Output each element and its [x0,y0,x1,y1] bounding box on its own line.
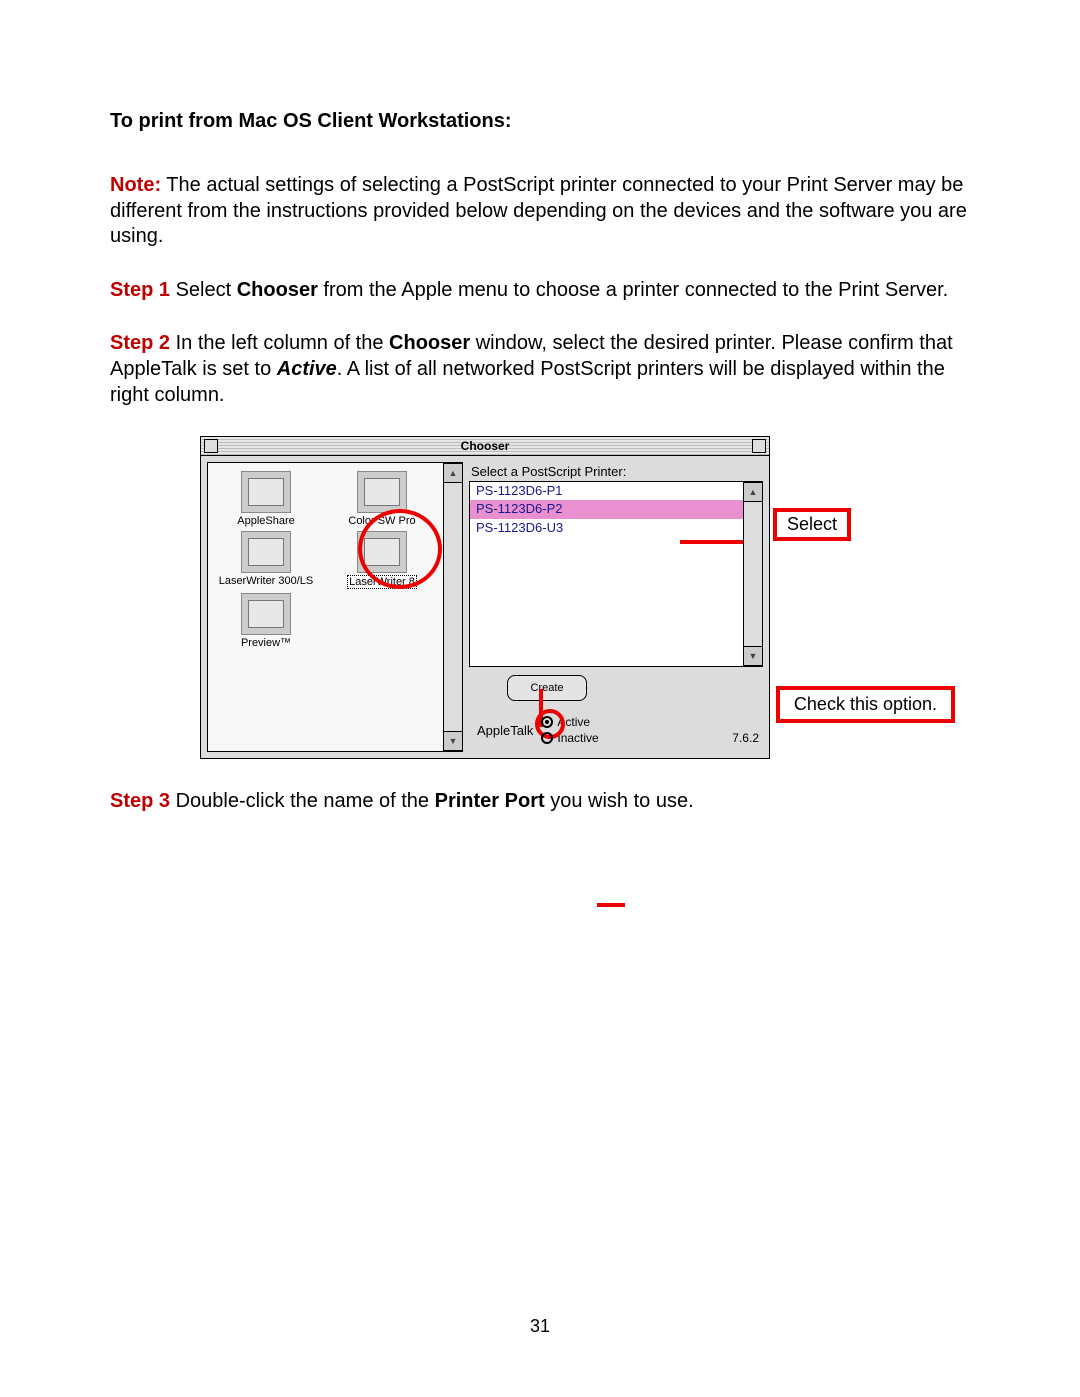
scroll-up-icon[interactable]: ▲ [744,482,762,502]
chooser-screenshot: Chooser AppleShare Color SW Pro [200,436,970,759]
driver-label: LaserWriter 8 [347,575,417,589]
driver-appleshare[interactable]: AppleShare [214,471,318,527]
title-bar[interactable]: Chooser [201,437,769,456]
driver-laserwriter8[interactable]: LaserWriter 8 [330,531,434,589]
appletalk-label: AppleTalk [477,723,533,738]
step1-label: Step 1 [110,279,170,301]
step2-pre: In the left column of the [170,332,389,354]
annotation-line [597,903,625,907]
step2-paragraph: Step 2 In the left column of the Chooser… [110,331,970,408]
laserwriter300-icon [241,531,291,573]
zoom-box-icon[interactable] [752,439,766,453]
step2-bold-chooser: Chooser [389,332,470,354]
scroll-up-icon[interactable]: ▲ [444,463,462,483]
printer-row[interactable]: PS-1123D6-P1 [470,482,762,500]
section-heading: To print from Mac OS Client Workstations… [110,110,970,133]
driver-label: Preview™ [241,637,291,649]
driver-laserwriter300[interactable]: LaserWriter 300/LS [214,531,318,589]
driver-label: Color SW Pro [348,515,415,527]
driver-label: LaserWriter 300/LS [219,575,314,587]
inactive-label: Inactive [557,731,598,745]
driver-panel: AppleShare Color SW Pro LaserWriter 300/… [207,462,463,752]
laserwriter8-icon [357,531,407,573]
step3-post: you wish to use. [545,790,694,812]
chooser-window: Chooser AppleShare Color SW Pro [200,436,770,759]
driver-colorswpro[interactable]: Color SW Pro [330,471,434,527]
page-number: 31 [0,1316,1080,1337]
step3-bold-printerport: Printer Port [435,790,545,812]
create-button[interactable]: Create [507,675,587,701]
note-paragraph: Note: The actual settings of selecting a… [110,173,970,250]
note-text: The actual settings of selecting a PostS… [110,174,967,247]
preview-icon [241,593,291,635]
printer-row-selected[interactable]: PS-1123D6-P2 [470,500,762,518]
close-box-icon[interactable] [204,439,218,453]
step2-active: Active [277,358,337,380]
step3-label: Step 3 [110,790,170,812]
printer-list-label: Select a PostScript Printer: [471,464,763,479]
step1-pre: Select [170,279,237,301]
printer-panel: Select a PostScript Printer: PS-1123D6-P… [469,462,763,752]
step3-paragraph: Step 3 Double-click the name of the Prin… [110,789,970,815]
scroll-down-icon[interactable]: ▼ [744,646,762,666]
left-scrollbar[interactable]: ▲ ▼ [443,463,462,751]
step2-label: Step 2 [110,332,170,354]
step1-paragraph: Step 1 Select Chooser from the Apple men… [110,278,970,304]
driver-preview[interactable]: Preview™ [214,593,318,649]
driver-label: AppleShare [237,515,295,527]
appletalk-active-radio[interactable]: Active [541,715,598,729]
callout-check-option: Check this option. [776,686,955,723]
callout-select: Select [773,508,851,541]
colorsw-icon [357,471,407,513]
window-title: Chooser [461,439,510,453]
printer-row[interactable]: PS-1123D6-U3 [470,519,762,537]
step3-pre: Double-click the name of the [170,790,435,812]
right-scrollbar[interactable]: ▲ ▼ [743,482,762,666]
step1-post: from the Apple menu to choose a printer … [318,279,948,301]
note-label: Note: [110,174,161,196]
appletalk-inactive-radio[interactable]: Inactive [541,731,598,745]
appleshare-icon [241,471,291,513]
step1-bold-chooser: Chooser [237,279,318,301]
radio-icon [541,732,553,744]
scroll-down-icon[interactable]: ▼ [444,731,462,751]
printer-list[interactable]: PS-1123D6-P1 PS-1123D6-P2 PS-1123D6-U3 ▲… [469,481,763,667]
annotation-line [680,540,752,544]
version-label: 7.6.2 [732,731,759,745]
